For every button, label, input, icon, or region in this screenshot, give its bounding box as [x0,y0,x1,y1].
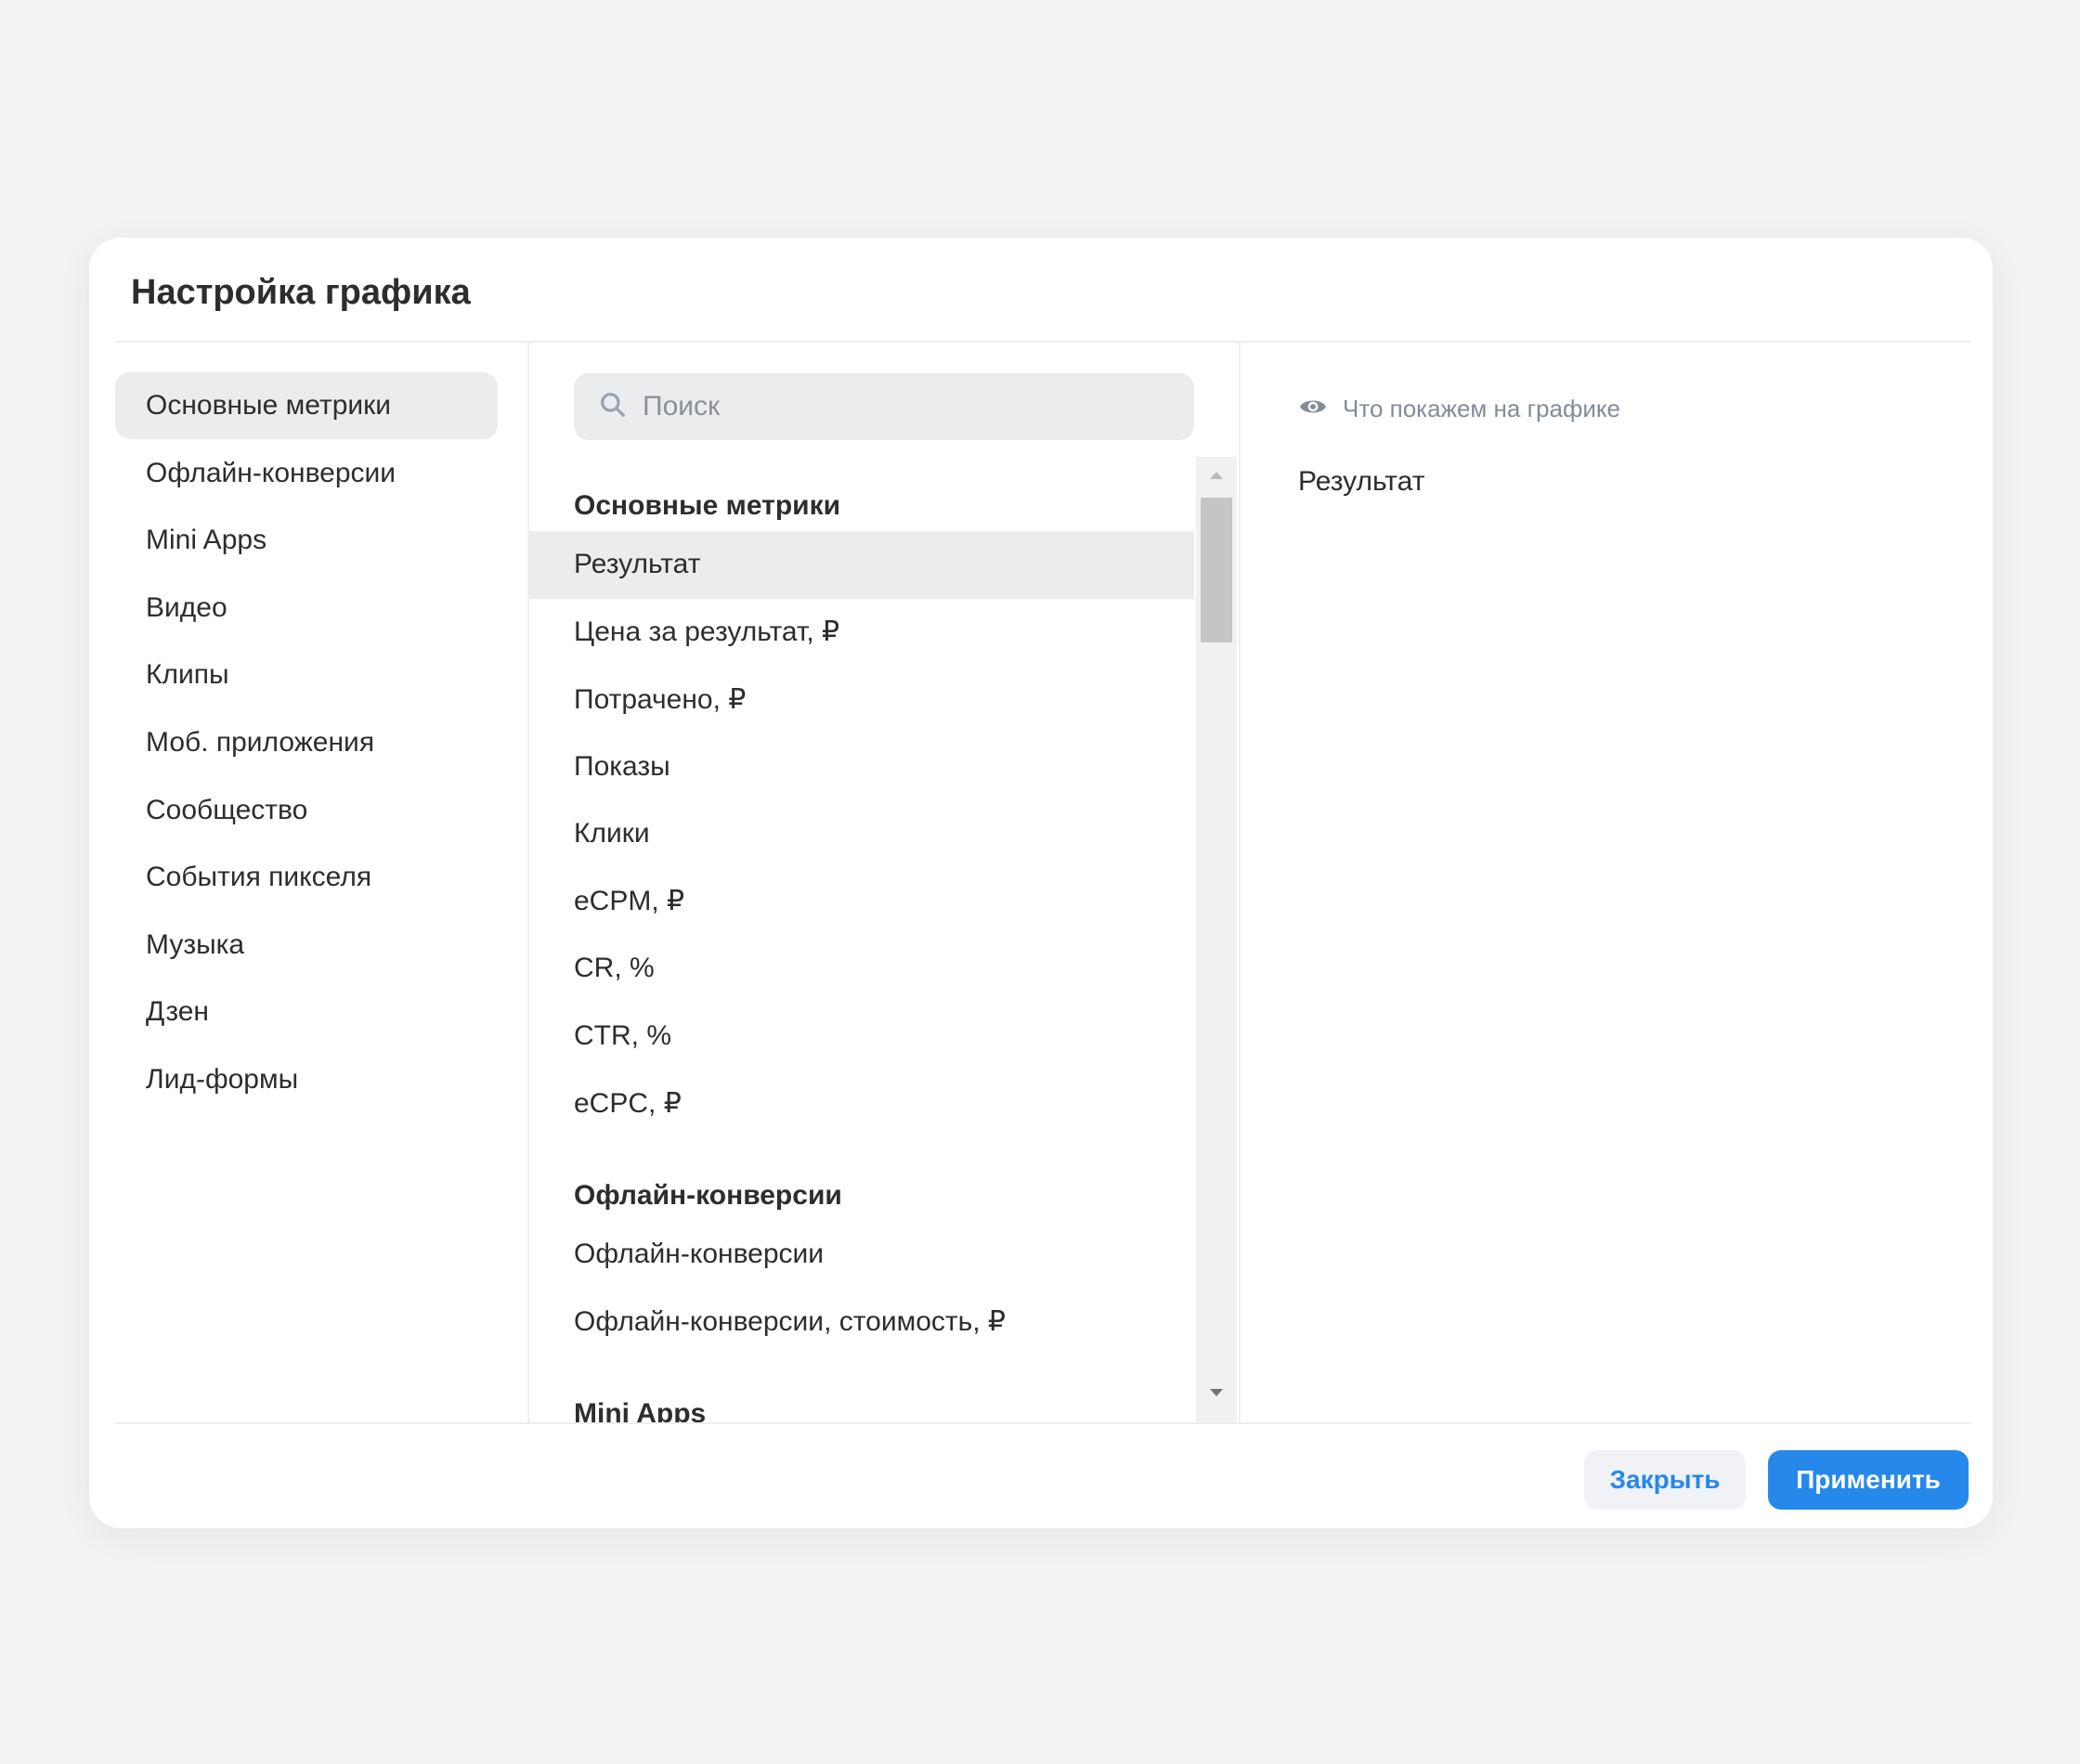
search-icon [598,390,628,424]
metric-label: Цена за результат, ₽ [574,616,840,648]
nav-item-label: Основные метрики [146,390,392,421]
nav-item-label: Видео [146,591,228,623]
nav-item-label: События пикселя [146,862,372,893]
metric-item-ecpc[interactable]: eCPC, ₽ [529,1070,1194,1137]
nav-item-label: Дзен [146,996,209,1028]
header-divider [115,341,1970,343]
nav-item-community[interactable]: Сообщество [115,777,498,844]
nav-item-label: Офлайн-конверсии [146,457,396,488]
nav-item-label: Лид-формы [146,1063,299,1095]
nav-item-mobile-apps[interactable]: Моб. приложения [115,709,498,776]
nav-item-label: Моб. приложения [146,726,375,758]
group-header-main-metrics: Основные метрики [574,490,841,521]
nav-item-pixel-events[interactable]: События пикселя [115,844,498,911]
nav-item-lead-forms[interactable]: Лид-формы [115,1046,498,1113]
nav-item-dzen[interactable]: Дзен [115,979,498,1045]
metric-label: Показы [574,750,670,782]
footer-divider [115,1422,1970,1424]
nav-item-video[interactable]: Видео [115,575,498,642]
group-header-offline-conversions: Офлайн-конверсии [574,1179,842,1211]
metric-item-offline-conversions-cost[interactable]: Офлайн-конверсии, стоимость, ₽ [529,1288,1194,1355]
search-input[interactable] [643,391,1163,422]
metric-label: eCPM, ₽ [574,886,685,917]
category-nav: Основные метрики Офлайн-конверсии Mini A… [115,372,498,1114]
nav-item-music[interactable]: Музыка [115,912,498,979]
metric-item-cost-per-result[interactable]: Цена за результат, ₽ [529,599,1194,667]
metric-item-clicks[interactable]: Клики [529,800,1194,868]
search-field[interactable] [574,373,1194,440]
metric-item-cr[interactable]: CR, % [529,935,1194,1003]
metrics-list: Основные метрики Результат Цена за резул… [529,457,1194,1422]
preview-header: Что покажем на графике [1298,392,1620,426]
metric-item-offline-conversions[interactable]: Офлайн-конверсии [529,1221,1194,1289]
nav-item-main-metrics[interactable]: Основные метрики [115,372,498,439]
metric-label: CR, % [574,953,655,984]
metric-label: Офлайн-конверсии [574,1238,825,1269]
eye-icon [1298,392,1328,426]
caret-down-icon[interactable] [1196,1374,1237,1411]
metric-label: CTR, % [574,1019,671,1051]
nav-item-clips[interactable]: Клипы [115,642,498,708]
metric-label: eCPC, ₽ [574,1087,682,1119]
scrollbar-thumb[interactable] [1201,498,1232,642]
selected-metric-chip: Результат [1298,466,1425,497]
metrics-scrollbar[interactable] [1196,457,1237,1422]
preview-label: Что покажем на графике [1343,395,1621,422]
metric-item-spent[interactable]: Потрачено, ₽ [529,666,1194,733]
nav-item-mini-apps[interactable]: Mini Apps [115,507,498,574]
caret-up-icon[interactable] [1196,457,1237,494]
chart-settings-modal: Настройка графика Основные метрики Офлай… [89,238,1993,1528]
metric-label: Клики [574,818,650,850]
metric-label: Результат [574,549,701,580]
nav-item-offline-conversions[interactable]: Офлайн-конверсии [115,440,498,507]
modal-title: Настройка графика [131,273,471,312]
group-header-mini-apps: Mini Apps [574,1397,707,1423]
column-divider-right [1239,343,1241,1422]
close-button[interactable]: Закрыть [1584,1450,1746,1510]
apply-button[interactable]: Применить [1768,1450,1969,1510]
metric-label: Потрачено, ₽ [574,683,747,715]
nav-item-label: Сообщество [146,794,308,825]
metric-label: Офлайн-конверсии, стоимость, ₽ [574,1305,1007,1337]
metric-item-impressions[interactable]: Показы [529,733,1194,801]
metric-item-ecpm[interactable]: eCPM, ₽ [529,868,1194,936]
metric-item-result[interactable]: Результат [529,531,1194,599]
nav-item-label: Mini Apps [146,525,267,556]
nav-item-label: Музыка [146,928,245,960]
metric-item-ctr[interactable]: CTR, % [529,1003,1194,1070]
nav-item-label: Клипы [146,659,229,691]
